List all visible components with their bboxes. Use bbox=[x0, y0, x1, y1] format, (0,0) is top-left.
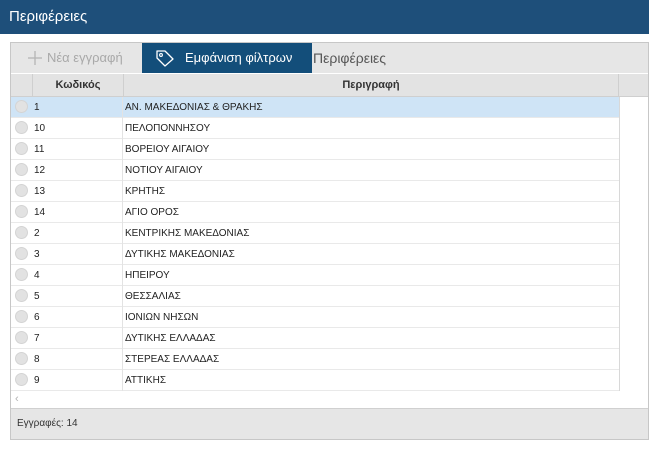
new-record-button[interactable]: Νέα εγγραφή bbox=[11, 43, 141, 73]
row-description: ΣΤΕΡΕΑΣ ΕΛΛΑΔΑΣ bbox=[125, 354, 220, 365]
select-column-header bbox=[11, 74, 33, 96]
row-code: 10 bbox=[34, 118, 123, 139]
row-description: ΗΠΕΙΡΟΥ bbox=[125, 270, 170, 281]
row-select-radio[interactable] bbox=[15, 184, 28, 197]
row-description: ΘΕΣΣΑΛΙΑΣ bbox=[125, 291, 181, 302]
show-filters-label: Εμφάνιση φίλτρων bbox=[185, 50, 293, 65]
row-code: 5 bbox=[34, 286, 123, 307]
tag-icon bbox=[156, 50, 174, 67]
table-row[interactable]: 4 ΗΠΕΙΡΟΥ bbox=[11, 265, 619, 286]
column-divider bbox=[619, 97, 620, 391]
table-row[interactable]: 9 ΑΤΤΙΚΗΣ bbox=[11, 370, 619, 391]
plus-icon bbox=[28, 51, 42, 65]
row-select-radio[interactable] bbox=[15, 121, 28, 134]
code-column-header[interactable]: Κωδικός bbox=[33, 74, 124, 96]
window-title: Περιφέρειες bbox=[0, 0, 649, 34]
row-select-radio[interactable] bbox=[15, 268, 28, 281]
row-select-radio[interactable] bbox=[15, 352, 28, 365]
row-select-radio[interactable] bbox=[15, 331, 28, 344]
row-description: ΔΥΤΙΚΗΣ ΕΛΛΑΔΑΣ bbox=[125, 333, 216, 344]
row-description: ΝΟΤΙΟΥ ΑΙΓΑΙΟΥ bbox=[125, 165, 203, 176]
grid-body: 1 ΑΝ. ΜΑΚΕΔΟΝΙΑΣ & ΘΡΑΚΗΣ 10 ΠΕΛΟΠΟΝΝΗΣΟΥ 11… bbox=[11, 97, 619, 391]
toolbar: Νέα εγγραφή Εμφάνιση φίλτρων Περιφέρειες bbox=[11, 43, 648, 73]
new-record-label: Νέα εγγραφή bbox=[47, 50, 123, 65]
table-row[interactable]: 12 ΝΟΤΙΟΥ ΑΙΓΑΙΟΥ bbox=[11, 160, 619, 181]
row-code: 3 bbox=[34, 244, 123, 265]
chevron-left-icon[interactable]: ‹ bbox=[15, 394, 19, 405]
row-code: 13 bbox=[34, 181, 123, 202]
table-row[interactable]: 13 ΚΡΗΤΗΣ bbox=[11, 181, 619, 202]
row-select-radio[interactable] bbox=[15, 247, 28, 260]
row-code: 14 bbox=[34, 202, 123, 223]
table-row[interactable]: 6 ΙΟΝΙΩΝ ΝΗΣΩΝ bbox=[11, 307, 619, 328]
row-description: ΑΓΙΟ ΟΡΟΣ bbox=[125, 207, 179, 218]
table-row[interactable]: 1 ΑΝ. ΜΑΚΕΔΟΝΙΑΣ & ΘΡΑΚΗΣ bbox=[11, 97, 619, 118]
row-select-radio[interactable] bbox=[15, 289, 28, 302]
table-row[interactable]: 10 ΠΕΛΟΠΟΝΝΗΣΟΥ bbox=[11, 118, 619, 139]
row-select-radio[interactable] bbox=[15, 205, 28, 218]
row-select-radio[interactable] bbox=[15, 310, 28, 323]
row-code: 2 bbox=[34, 223, 123, 244]
table-row[interactable]: 8 ΣΤΕΡΕΑΣ ΕΛΛΑΔΑΣ bbox=[11, 349, 619, 370]
table-row[interactable]: 3 ΔΥΤΙΚΗΣ ΜΑΚΕΔΟΝΙΑΣ bbox=[11, 244, 619, 265]
row-select-radio[interactable] bbox=[15, 100, 28, 113]
row-select-radio[interactable] bbox=[15, 142, 28, 155]
table-row[interactable]: 5 ΘΕΣΣΑΛΙΑΣ bbox=[11, 286, 619, 307]
grid-header: Κωδικός Περιγραφή bbox=[11, 74, 648, 97]
status-bar: Εγγραφές: 14 bbox=[11, 408, 648, 439]
table-row[interactable]: 7 ΔΥΤΙΚΗΣ ΕΛΛΑΔΑΣ bbox=[11, 328, 619, 349]
record-count: Εγγραφές: 14 bbox=[17, 418, 78, 429]
row-description: ΑΤΤΙΚΗΣ bbox=[125, 375, 166, 386]
row-code: 4 bbox=[34, 265, 123, 286]
row-select-radio[interactable] bbox=[15, 226, 28, 239]
table-row[interactable]: 14 ΑΓΙΟ ΟΡΟΣ bbox=[11, 202, 619, 223]
horizontal-scrollbar[interactable]: ‹ bbox=[11, 391, 648, 408]
row-description: ΑΝ. ΜΑΚΕΔΟΝΙΑΣ & ΘΡΑΚΗΣ bbox=[125, 102, 263, 113]
main-panel: Νέα εγγραφή Εμφάνιση φίλτρων Περιφέρειες… bbox=[10, 42, 649, 440]
row-code: 12 bbox=[34, 160, 123, 181]
bottom-strip bbox=[0, 440, 649, 457]
row-description: ΚΕΝΤΡΙΚΗΣ ΜΑΚΕΔΟΝΙΑΣ bbox=[125, 228, 250, 239]
section-label: Περιφέρειες bbox=[313, 50, 387, 66]
table-row[interactable]: 11 ΒΟΡΕΙΟΥ ΑΙΓΑΙΟΥ bbox=[11, 139, 619, 160]
row-select-radio[interactable] bbox=[15, 373, 28, 386]
row-code: 7 bbox=[34, 328, 123, 349]
row-description: ΔΥΤΙΚΗΣ ΜΑΚΕΔΟΝΙΑΣ bbox=[125, 249, 235, 260]
row-code: 11 bbox=[34, 139, 123, 160]
row-select-radio[interactable] bbox=[15, 163, 28, 176]
table-row[interactable]: 2 ΚΕΝΤΡΙΚΗΣ ΜΑΚΕΔΟΝΙΑΣ bbox=[11, 223, 619, 244]
description-column-header[interactable]: Περιγραφή bbox=[124, 74, 619, 96]
row-description: ΙΟΝΙΩΝ ΝΗΣΩΝ bbox=[125, 312, 199, 323]
row-description: ΚΡΗΤΗΣ bbox=[125, 186, 166, 197]
row-code: 8 bbox=[34, 349, 123, 370]
row-code: 9 bbox=[34, 370, 123, 391]
row-code: 6 bbox=[34, 307, 123, 328]
show-filters-button[interactable]: Εμφάνιση φίλτρων bbox=[142, 43, 312, 73]
filler-column-header bbox=[619, 74, 648, 96]
row-description: ΠΕΛΟΠΟΝΝΗΣΟΥ bbox=[125, 123, 211, 134]
row-code: 1 bbox=[34, 97, 123, 118]
row-description: ΒΟΡΕΙΟΥ ΑΙΓΑΙΟΥ bbox=[125, 144, 210, 155]
